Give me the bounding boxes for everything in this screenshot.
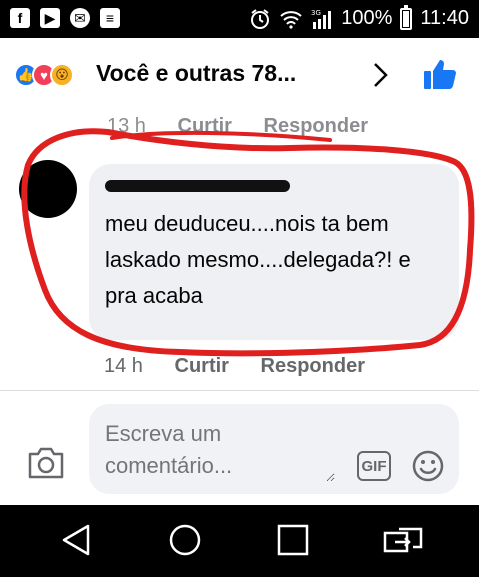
wifi-icon: [280, 10, 302, 29]
status-bar: f ▶ ✉ ≡ 3G 100% 11:40: [0, 0, 479, 38]
status-left-icons: f ▶ ✉ ≡: [10, 8, 120, 28]
chevron-right-icon[interactable]: [372, 62, 388, 88]
back-icon[interactable]: [60, 523, 92, 557]
avatar[interactable]: [19, 160, 77, 218]
comment-time: 13 h: [107, 115, 146, 137]
reactions-header[interactable]: 👍 ♥ 😮 Você e outras 78...: [0, 38, 479, 110]
like-comment-button[interactable]: Curtir: [175, 355, 229, 377]
messenger-icon: ✉: [70, 8, 90, 28]
home-icon[interactable]: [168, 523, 202, 557]
comment-meta: 13 h Curtir Responder: [107, 115, 394, 138]
switch-app-icon[interactable]: [383, 523, 423, 557]
comment-time: 14 h: [104, 355, 143, 377]
battery-icon: [400, 4, 413, 30]
navigation-bar: [0, 505, 479, 577]
gif-button[interactable]: GIF: [357, 451, 391, 481]
comment-meta: 14 h Curtir Responder: [104, 355, 391, 378]
reply-comment-button[interactable]: Responder: [261, 355, 365, 377]
like-comment-button[interactable]: Curtir: [178, 115, 232, 137]
reactions-summary[interactable]: Você e outras 78...: [96, 60, 296, 87]
comment-bubble[interactable]: meu deuduceu....nois ta bem laskado mesm…: [89, 164, 459, 340]
news-icon: ≡: [100, 8, 120, 28]
battery-percent: 100%: [341, 7, 393, 29]
reply-comment-button[interactable]: Responder: [264, 115, 368, 137]
camera-icon[interactable]: [26, 446, 66, 480]
comment-composer[interactable]: GIF: [89, 404, 459, 494]
facebook-icon: f: [10, 8, 30, 28]
emoji-icon[interactable]: [411, 449, 445, 483]
signal-icon: 3G: [311, 9, 332, 29]
comment-input[interactable]: [105, 418, 335, 482]
comment-text: meu deuduceu....nois ta bem laskado mesm…: [105, 211, 411, 308]
comment-author[interactable]: [105, 174, 443, 200]
status-right: 3G 100% 11:40: [249, 4, 469, 30]
divider: [0, 390, 479, 391]
wow-reaction-icon: 😮: [50, 63, 74, 87]
redacted-author-name: [105, 180, 290, 192]
reaction-icons: 👍 ♥ 😮: [14, 63, 74, 87]
recents-icon[interactable]: [277, 523, 309, 557]
svg-text:3G: 3G: [311, 9, 321, 17]
clock: 11:40: [420, 7, 469, 29]
alarm-icon: [251, 8, 270, 29]
like-thumb-icon[interactable]: [423, 58, 457, 90]
youtube-icon: ▶: [40, 8, 60, 28]
